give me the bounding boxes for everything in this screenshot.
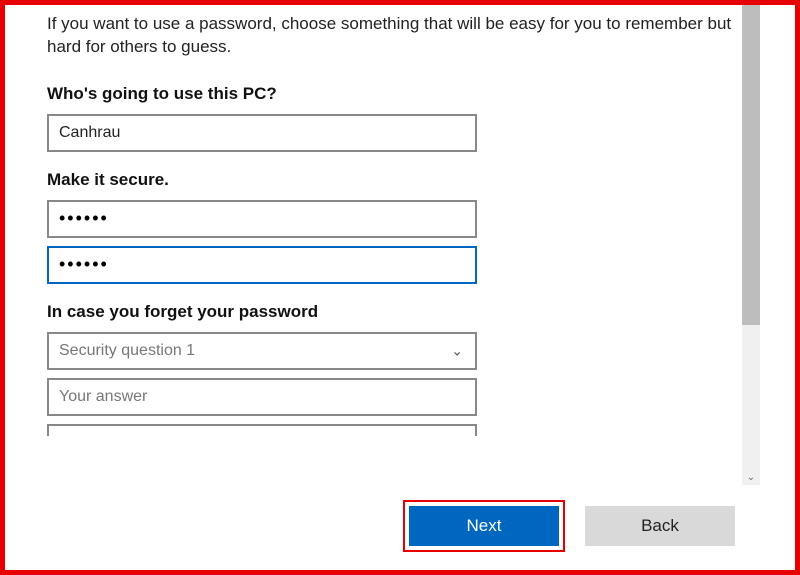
- security-answer-placeholder: Your answer: [59, 388, 147, 406]
- button-bar: Next Back: [403, 500, 735, 552]
- window-frame: If you want to use a password, choose so…: [0, 0, 800, 575]
- vertical-scrollbar[interactable]: ⌄: [742, 5, 760, 485]
- password-label: Make it secure.: [47, 170, 735, 190]
- security-question-value: Security question 1: [59, 342, 195, 360]
- username-label: Who's going to use this PC?: [47, 84, 735, 104]
- intro-text: If you want to use a password, choose so…: [47, 13, 735, 59]
- password-input[interactable]: ••••••: [47, 200, 477, 238]
- username-value: Canhrau: [59, 124, 120, 142]
- recovery-label: In case you forget your password: [47, 302, 735, 322]
- next-button[interactable]: Next: [409, 506, 559, 546]
- next-button-highlight: Next: [403, 500, 565, 552]
- confirm-password-value: ••••••: [59, 254, 109, 275]
- back-button[interactable]: Back: [585, 506, 735, 546]
- confirm-password-input[interactable]: ••••••: [47, 246, 477, 284]
- security-answer-input[interactable]: Your answer: [47, 378, 477, 416]
- scrollbar-thumb[interactable]: [742, 5, 760, 325]
- next-field-partial: [47, 424, 477, 436]
- security-question-select[interactable]: Security question 1 ⌄: [47, 332, 477, 370]
- chevron-down-icon: ⌄: [451, 342, 463, 359]
- form-area: If you want to use a password, choose so…: [47, 13, 735, 485]
- scrollbar-down-arrow-icon[interactable]: ⌄: [742, 472, 760, 483]
- password-value: ••••••: [59, 208, 109, 229]
- username-input[interactable]: Canhrau: [47, 114, 477, 152]
